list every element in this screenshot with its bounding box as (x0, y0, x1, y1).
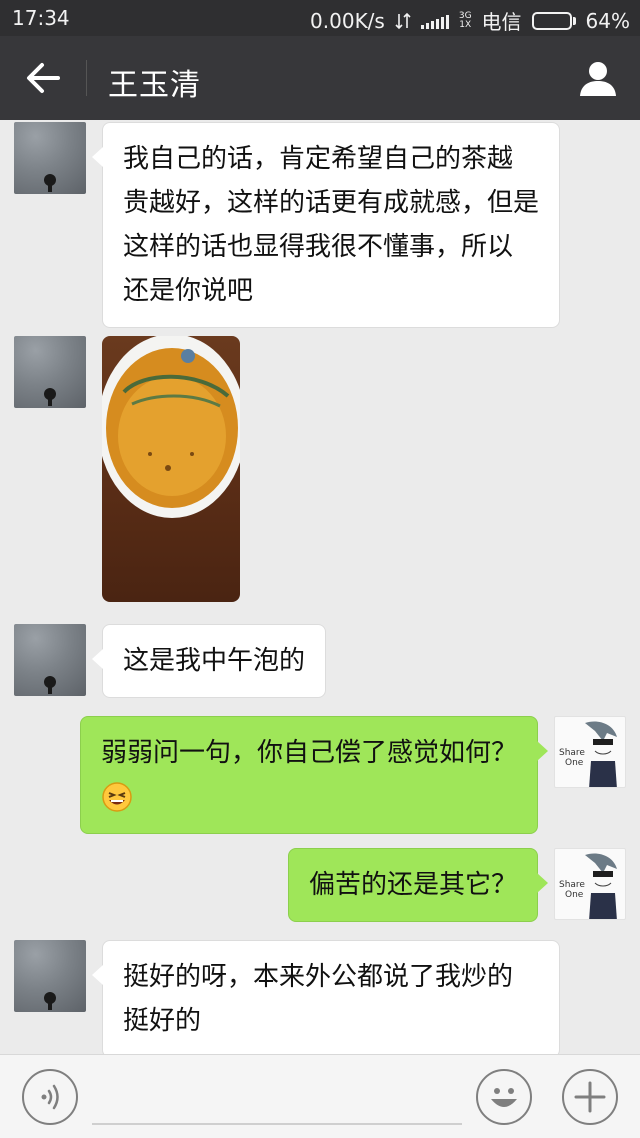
avatar-text-one: One (565, 890, 584, 900)
chat-area[interactable]: 我自己的话，肯定希望自己的茶越 贵越好，这样的话更有成就感，但是 这样的话也显得… (0, 120, 640, 1054)
contact-avatar[interactable] (14, 336, 86, 408)
signal-icon (420, 13, 449, 29)
my-avatar[interactable]: Share One (554, 848, 626, 920)
back-arrow-icon[interactable] (22, 58, 66, 98)
message-line: 弱弱问一句，你自己偿了感觉如何？ (101, 738, 518, 768)
message-line: 挺好的 (123, 1006, 202, 1036)
my-avatar[interactable]: Share One (554, 716, 626, 788)
network-type: 3G 1X (459, 11, 472, 30)
plus-icon (574, 1081, 606, 1113)
battery-icon (531, 11, 576, 30)
network-speed: 0.00K/s (310, 8, 385, 33)
message-line: 这是我中午泡的 (123, 646, 306, 676)
battery-percent: 64% (585, 8, 630, 33)
message-bubble[interactable]: 我自己的话，肯定希望自己的茶越 贵越好，这样的话更有成就感，但是 这样的话也显得… (92, 122, 560, 328)
message-line: 挺好的呀，本来外公都说了我炒的 (123, 962, 514, 992)
contact-name-title: 王玉清 (108, 68, 201, 103)
avatar-text-share: Share (559, 748, 585, 758)
emoji-button[interactable] (476, 1069, 532, 1125)
message-bubble[interactable]: 偏苦的还是其它？ (287, 848, 548, 922)
smiley-icon (491, 1088, 517, 1107)
status-bar: 17:34 0.00K/s 3G 1X 电信 64% (0, 0, 640, 36)
message-bubble[interactable]: 这是我中午泡的 (92, 624, 327, 698)
voice-button[interactable] (22, 1069, 78, 1125)
message-line: 贵越好，这样的话更有成就感，但是 (123, 188, 540, 218)
contact-avatar[interactable] (14, 940, 86, 1012)
avatar-text-share: Share (559, 880, 585, 890)
input-bar (0, 1054, 640, 1138)
voice-icon (41, 1084, 59, 1110)
message-bubble[interactable]: 弱弱问一句，你自己偿了感觉如何？ (80, 716, 548, 834)
avatar-caption: Share One (559, 748, 585, 768)
chat-header: 王玉清 (0, 36, 640, 120)
grinning-face-icon (102, 782, 132, 812)
status-time: 17:34 (12, 6, 70, 30)
message-line: 还是你说吧 (123, 276, 254, 306)
message-line: 偏苦的还是其它？ (308, 870, 517, 900)
avatar-caption: Share One (559, 880, 585, 900)
status-right: 0.00K/s 3G 1X 电信 64% (310, 6, 630, 35)
message-line: 这样的话也显得我很不懂事，所以 (123, 232, 514, 262)
header-divider (86, 60, 87, 96)
message-input[interactable] (92, 1123, 462, 1125)
person-icon[interactable] (578, 58, 618, 98)
more-button[interactable] (562, 1069, 618, 1125)
message-line: 我自己的话，肯定希望自己的茶越 (123, 144, 514, 174)
carrier-name: 电信 (481, 10, 522, 34)
contact-avatar[interactable] (14, 122, 86, 194)
message-bubble[interactable]: 挺好的呀，本来外公都说了我炒的 挺好的 (92, 940, 560, 1054)
network-type-bottom: 1X (459, 19, 472, 30)
data-transfer-icon (395, 12, 411, 29)
tea-cup-photo[interactable] (102, 336, 240, 602)
contact-avatar[interactable] (14, 624, 86, 696)
avatar-text-one: One (565, 758, 584, 768)
